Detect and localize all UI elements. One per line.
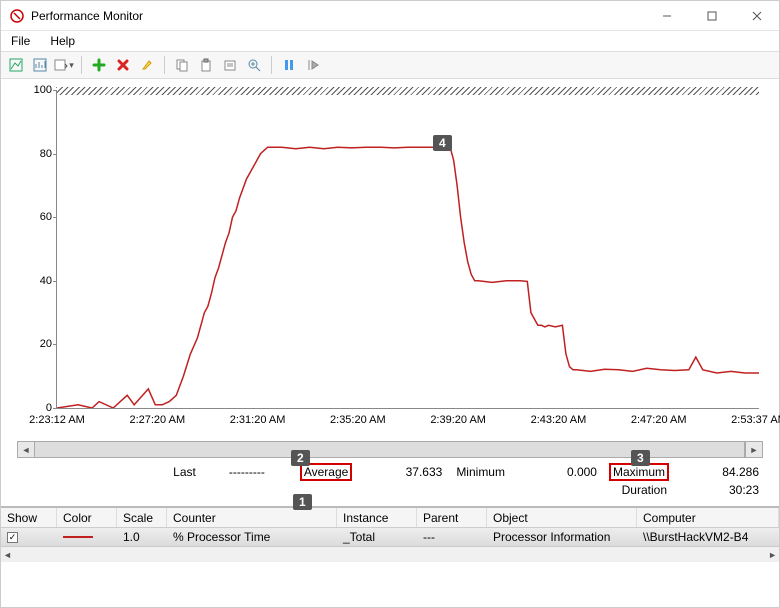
minimize-button[interactable] <box>644 1 689 31</box>
view-histogram-button[interactable] <box>29 54 51 76</box>
ytick-label: 20 <box>22 338 52 350</box>
add-counter-button[interactable] <box>88 54 110 76</box>
th-color[interactable]: Color <box>57 508 117 527</box>
view-report-dropdown[interactable]: ▾ <box>53 54 75 76</box>
scroll-right-button[interactable]: ► <box>745 442 762 457</box>
toolbar: ▾ <box>1 51 779 79</box>
th-counter[interactable]: Counter <box>167 508 337 527</box>
color-swatch <box>57 536 117 538</box>
parent-value: --- <box>417 530 487 544</box>
scroll-left-button[interactable]: ◄ <box>18 442 35 457</box>
th-computer[interactable]: Computer <box>637 508 779 527</box>
chart-plot[interactable]: 0204060801002:23:12 AM2:27:20 AM2:31:20 … <box>56 90 759 409</box>
th-object[interactable]: Object <box>487 508 637 527</box>
th-scale[interactable]: Scale <box>117 508 167 527</box>
th-instance[interactable]: Instance <box>337 508 417 527</box>
time-range-scrollbar[interactable]: ◄ ► <box>17 441 763 458</box>
maximum-value: 84.286 <box>675 464 765 480</box>
xtick-label: 2:31:20 AM <box>230 414 286 426</box>
th-parent[interactable]: Parent <box>417 508 487 527</box>
menubar: File Help <box>1 31 779 51</box>
xtick-label: 2:47:20 AM <box>631 414 687 426</box>
ytick-label: 0 <box>22 402 52 414</box>
chart-area: 4 0204060801002:23:12 AM2:27:20 AM2:31:2… <box>1 79 779 439</box>
menu-file[interactable]: File <box>7 34 34 48</box>
callout-4: 4 <box>433 135 452 151</box>
delete-counter-button[interactable] <box>112 54 134 76</box>
xtick-label: 2:53:37 AM <box>731 414 780 426</box>
minimum-value: 0.000 <box>513 464 603 480</box>
xtick-label: 2:35:20 AM <box>330 414 386 426</box>
callout-1: 1 <box>293 494 312 510</box>
window-title: Performance Monitor <box>31 9 143 23</box>
xtick-label: 2:23:12 AM <box>29 414 85 426</box>
paste-button[interactable] <box>195 54 217 76</box>
ytick-label: 80 <box>22 148 52 160</box>
table-scroll-left[interactable]: ◄ <box>3 550 12 560</box>
app-icon <box>9 8 25 24</box>
ytick-label: 60 <box>22 211 52 223</box>
minimum-label: Minimum <box>454 465 507 479</box>
xtick-label: 2:39:20 AM <box>430 414 486 426</box>
menu-help[interactable]: Help <box>46 34 79 48</box>
view-graph-button[interactable] <box>5 54 27 76</box>
ytick-label: 100 <box>22 84 52 96</box>
show-checkbox[interactable]: ✓ <box>1 532 57 543</box>
instance-value: _Total <box>337 530 417 544</box>
table-scroll-right[interactable]: ► <box>768 550 777 560</box>
update-button[interactable] <box>302 54 324 76</box>
scale-value: 1.0 <box>117 530 167 544</box>
object-value: Processor Information <box>487 530 637 544</box>
highlight-button[interactable] <box>136 54 158 76</box>
titlebar: Performance Monitor <box>1 1 779 31</box>
counter-table: 1 Show Color Scale Counter Instance Pare… <box>1 506 779 562</box>
counter-name: % Processor Time <box>167 530 337 544</box>
table-header: Show Color Scale Counter Instance Parent… <box>1 508 779 528</box>
ytick-label: 40 <box>22 275 52 287</box>
freeze-button[interactable] <box>278 54 300 76</box>
callout-3: 3 <box>631 450 650 466</box>
close-button[interactable] <box>734 1 779 31</box>
last-label: Last <box>171 465 198 479</box>
maximize-button[interactable] <box>689 1 734 31</box>
computer-value: \\BurstHackVM2-B4 <box>637 530 779 544</box>
last-value: --------- <box>204 464 294 480</box>
th-show[interactable]: Show <box>1 508 57 527</box>
copy-button[interactable] <box>171 54 193 76</box>
duration-label: Duration <box>620 483 669 497</box>
table-row[interactable]: ✓ 1.0 % Processor Time _Total --- Proces… <box>1 528 779 546</box>
callout-2: 2 <box>291 450 310 466</box>
xtick-label: 2:27:20 AM <box>129 414 185 426</box>
average-value: 37.633 <box>358 464 448 480</box>
xtick-label: 2:43:20 AM <box>531 414 587 426</box>
stats-panel: 2 3 Last --------- Average 37.633 Minimu… <box>15 464 765 498</box>
table-scrollbar[interactable]: ◄ ► <box>1 546 779 562</box>
duration-value: 30:23 <box>675 482 765 498</box>
properties-button[interactable] <box>219 54 241 76</box>
zoom-button[interactable] <box>243 54 265 76</box>
